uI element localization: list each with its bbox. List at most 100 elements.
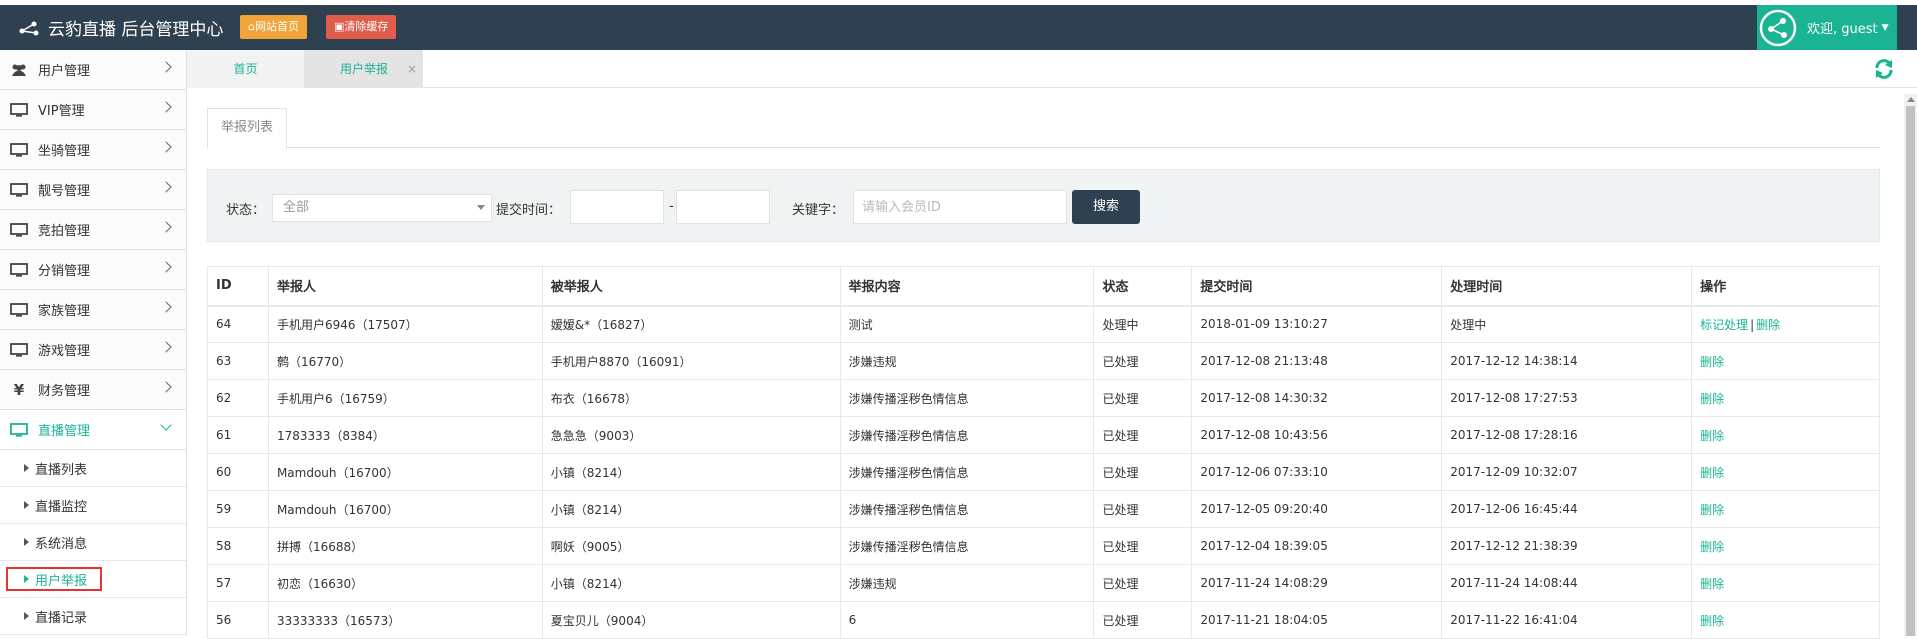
caret-right-icon bbox=[24, 538, 29, 546]
delete-link[interactable]: 删除 bbox=[1700, 355, 1724, 369]
table-row: 61 1783333（8384） 急急急（9003） 涉嫌传播淫秽色情信息 已处理 201… bbox=[207, 416, 1880, 454]
user-menu[interactable]: 欢迎, guest ▼ bbox=[1757, 5, 1897, 50]
users-icon bbox=[9, 62, 29, 78]
app-logo: 云豹直播 后台管理中心 bbox=[18, 5, 223, 50]
close-icon[interactable]: × bbox=[407, 50, 417, 88]
sidebar-item-pretty-number[interactable]: 靓号管理 bbox=[0, 170, 186, 210]
status-select-value: 全部 bbox=[283, 200, 310, 215]
cell-reporter: 33333333（16573） bbox=[267, 601, 543, 639]
sidebar-subitem-user-report[interactable]: 用户举报 bbox=[0, 561, 186, 598]
sidebar-item-auction[interactable]: 竞拍管理 bbox=[0, 210, 186, 250]
yen-icon: ¥ bbox=[13, 380, 25, 399]
sidebar-subitem-label: 直播监控 bbox=[35, 499, 88, 515]
vertical-scrollbar[interactable] bbox=[1904, 94, 1917, 636]
highlight-box bbox=[6, 567, 102, 591]
cell-reported: 急急急（9003） bbox=[541, 416, 841, 454]
cell-content: 涉嫌违规 bbox=[839, 342, 1095, 380]
website-home-button[interactable]: ⌂网站首页 bbox=[240, 15, 307, 39]
cell-id: 60 bbox=[207, 453, 269, 491]
status-select[interactable]: 全部 bbox=[272, 194, 492, 222]
monitor-icon bbox=[9, 302, 29, 318]
chevron-right-icon bbox=[160, 301, 172, 313]
scroll-up-icon[interactable] bbox=[1907, 97, 1915, 102]
sidebar-item-label: 靓号管理 bbox=[38, 184, 91, 199]
top-header: 云豹直播 后台管理中心 ⌂网站首页 ▣清除缓存 欢迎, guest ▼ bbox=[0, 5, 1917, 50]
delete-link[interactable]: 删除 bbox=[1700, 614, 1724, 628]
cell-content: 测试 bbox=[839, 305, 1095, 343]
cell-handle: 处理中 bbox=[1441, 305, 1693, 343]
report-table: ID 举报人 被举报人 举报内容 状态 提交时间 处理时间 操作 64 手机用户6… bbox=[207, 266, 1880, 639]
tab-label: 首页 bbox=[233, 62, 258, 76]
chevron-down-icon bbox=[160, 419, 172, 431]
scrollbar-thumb[interactable] bbox=[1906, 106, 1915, 636]
delete-link[interactable]: 删除 bbox=[1700, 466, 1724, 480]
keyword-input[interactable] bbox=[853, 190, 1067, 224]
sidebar-subitem-label: 系统消息 bbox=[35, 536, 88, 552]
cell-reported: 手机用户8870（16091） bbox=[541, 342, 841, 380]
cell-reporter: 拼搏（16688） bbox=[267, 527, 543, 565]
sidebar-subitem-live-monitor[interactable]: 直播监控 bbox=[0, 487, 186, 524]
monitor-icon bbox=[9, 102, 29, 118]
cell-operation: 删除 bbox=[1691, 527, 1880, 565]
tab-user-report[interactable]: 用户举报 × bbox=[305, 50, 423, 88]
chevron-right-icon bbox=[160, 261, 172, 273]
chevron-right-icon bbox=[160, 61, 172, 73]
search-button[interactable]: 搜索 bbox=[1072, 190, 1140, 224]
date-dash: - bbox=[669, 199, 674, 214]
cell-handle: 2017-11-24 14:08:44 bbox=[1441, 564, 1693, 602]
submit-time-label: 提交时间： bbox=[496, 203, 562, 218]
cell-id: 63 bbox=[207, 342, 269, 380]
delete-link[interactable]: 删除 bbox=[1700, 429, 1724, 443]
avatar bbox=[1759, 9, 1797, 46]
cell-operation: 删除 bbox=[1691, 564, 1880, 602]
tab-home[interactable]: 首页 bbox=[187, 50, 305, 88]
sidebar-item-vip[interactable]: VIP管理 bbox=[0, 90, 186, 130]
cell-content: 涉嫌传播淫秽色情信息 bbox=[839, 453, 1095, 491]
cell-handle: 2017-12-06 16:45:44 bbox=[1441, 490, 1693, 528]
tab-report-list[interactable]: 举报列表 bbox=[207, 108, 287, 149]
cell-submit: 2017-11-21 18:04:05 bbox=[1191, 601, 1443, 639]
sidebar-item-label: 用户管理 bbox=[38, 64, 91, 79]
sidebar-item-finance[interactable]: ¥ 财务管理 bbox=[0, 370, 186, 410]
delete-link[interactable]: 删除 bbox=[1700, 540, 1724, 554]
cell-content: 6 bbox=[839, 601, 1095, 639]
delete-link[interactable]: 删除 bbox=[1700, 577, 1724, 591]
sidebar-item-family[interactable]: 家族管理 bbox=[0, 290, 186, 330]
sidebar-item-live[interactable]: 直播管理 bbox=[0, 410, 186, 450]
clear-cache-button[interactable]: ▣清除缓存 bbox=[326, 15, 397, 39]
table-header-row: ID 举报人 被举报人 举报内容 状态 提交时间 处理时间 操作 bbox=[207, 266, 1880, 307]
sidebar-item-label: 家族管理 bbox=[38, 304, 91, 319]
cell-operation: 删除 bbox=[1691, 416, 1880, 454]
delete-link[interactable]: 删除 bbox=[1700, 392, 1724, 406]
delete-link[interactable]: 删除 bbox=[1756, 318, 1780, 332]
sidebar-subitem-live-list[interactable]: 直播列表 bbox=[0, 450, 186, 487]
sidebar-item-user-manage[interactable]: 用户管理 bbox=[0, 50, 186, 90]
cell-operation: 删除 bbox=[1691, 342, 1880, 380]
sidebar-item-distribution[interactable]: 分销管理 bbox=[0, 250, 186, 290]
end-date-input[interactable] bbox=[676, 190, 770, 224]
sidebar-item-game[interactable]: 游戏管理 bbox=[0, 330, 186, 370]
table-row: 57 初恋（16630） 小镇（8214） 涉嫌违规 已处理 2017-11-24 14:… bbox=[207, 564, 1880, 602]
chevron-right-icon bbox=[160, 181, 172, 193]
chevron-right-icon bbox=[160, 101, 172, 113]
start-date-input[interactable] bbox=[570, 190, 664, 224]
sidebar-item-label: 直播管理 bbox=[38, 424, 91, 439]
table-row: 58 拼搏（16688） 啊妖（9005） 涉嫌传播淫秽色情信息 已处理 2017-12-… bbox=[207, 527, 1880, 565]
sidebar-item-mount[interactable]: 坐骑管理 bbox=[0, 130, 186, 170]
cell-submit: 2017-12-08 21:13:48 bbox=[1191, 342, 1443, 380]
refresh-icon[interactable] bbox=[1873, 58, 1895, 80]
cell-reported: 布衣（16678） bbox=[541, 379, 841, 417]
mark-handled-link[interactable]: 标记处理 bbox=[1700, 318, 1748, 332]
caret-right-icon bbox=[24, 501, 29, 509]
cell-operation: 删除 bbox=[1691, 601, 1880, 639]
sidebar-subitem-live-record[interactable]: 直播记录 bbox=[0, 598, 186, 635]
website-home-label: 网站首页 bbox=[254, 20, 299, 33]
cell-reported: 小镇（8214） bbox=[541, 490, 841, 528]
cell-reporter: Mamdouh（16700） bbox=[267, 453, 543, 491]
delete-link[interactable]: 删除 bbox=[1700, 503, 1724, 517]
cell-reporter: 手机用户6（16759） bbox=[267, 379, 543, 417]
sidebar-subitem-system-message[interactable]: 系统消息 bbox=[0, 524, 186, 561]
monitor-icon bbox=[9, 342, 29, 358]
cell-reported: 小镇（8214） bbox=[541, 453, 841, 491]
cell-id: 62 bbox=[207, 379, 269, 417]
